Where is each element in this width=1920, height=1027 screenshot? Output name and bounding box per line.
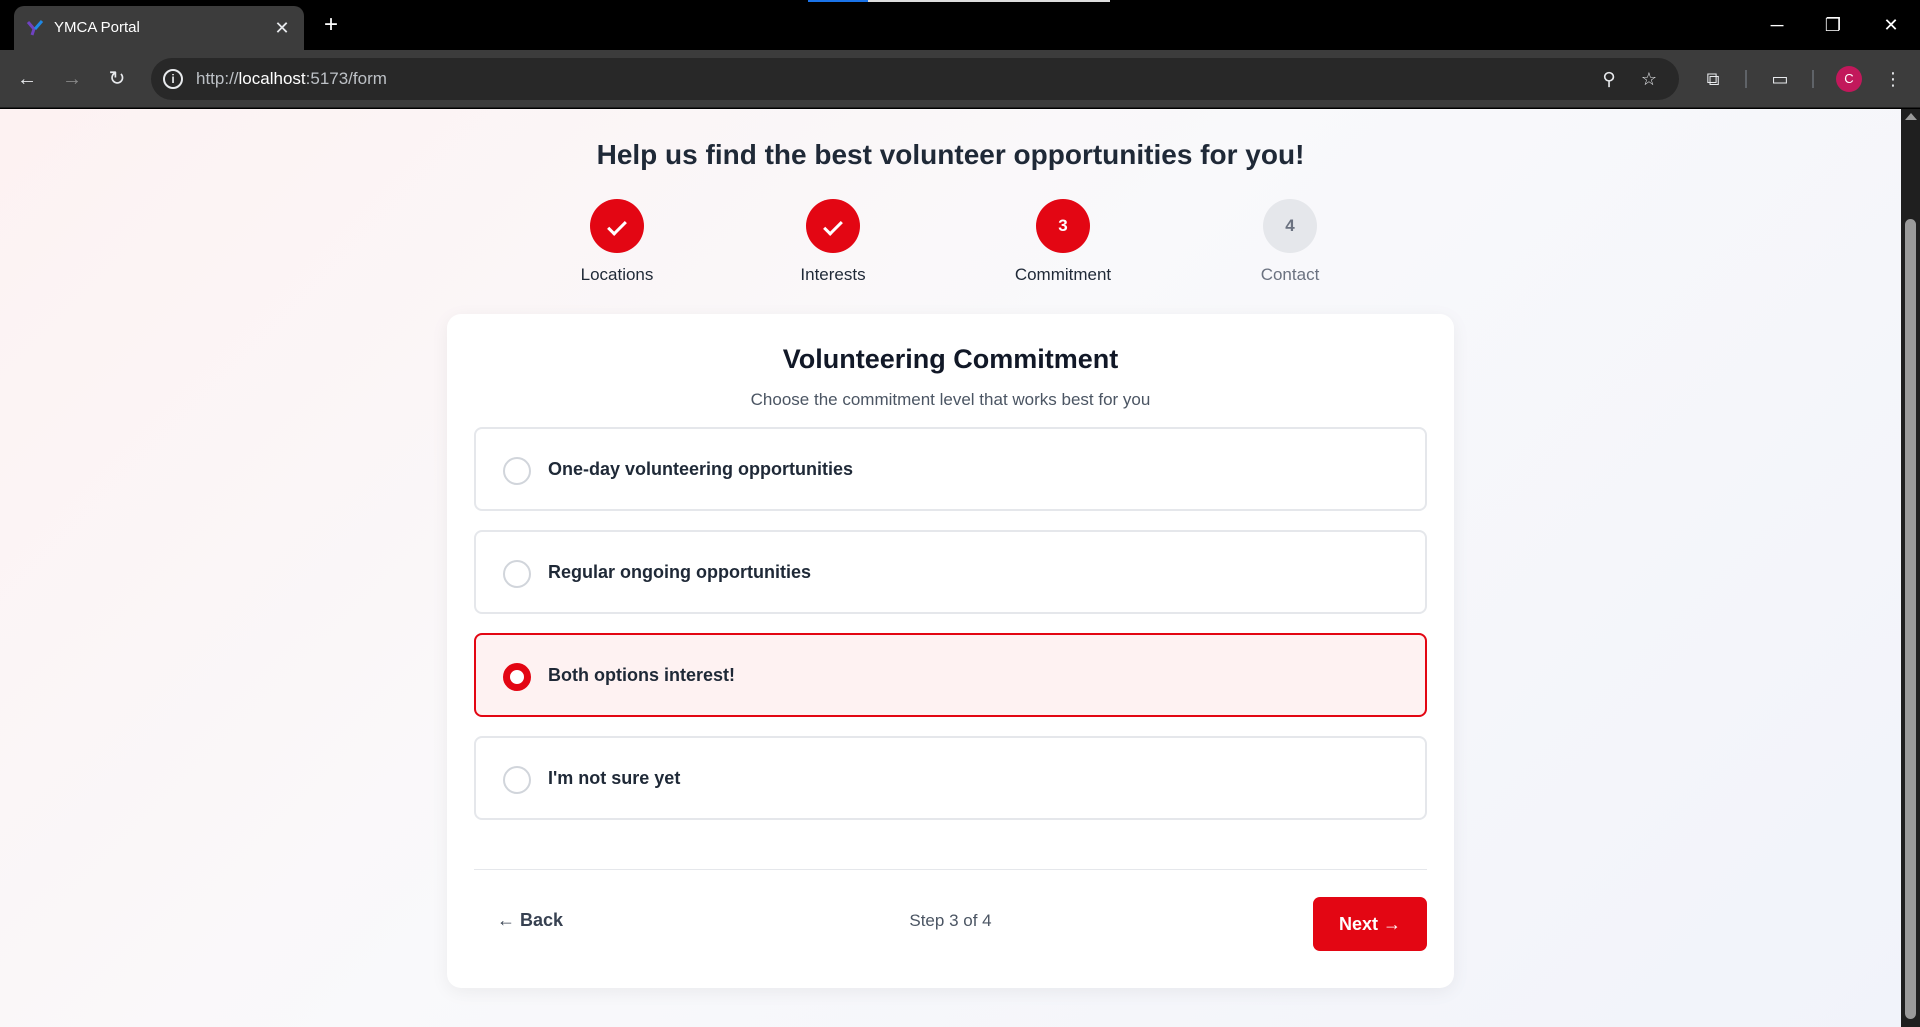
- url-host: localhost: [238, 69, 306, 88]
- top-indicator: [808, 0, 868, 2]
- checkmark-icon: [607, 216, 627, 236]
- step-label: Contact: [1260, 265, 1320, 284]
- radio-button-selected[interactable]: [503, 663, 531, 691]
- tab-title: YMCA Portal: [54, 19, 140, 36]
- footer-divider: [474, 869, 1427, 870]
- minimize-icon[interactable]: ─: [1762, 10, 1792, 40]
- bookmark-star-icon[interactable]: ☆: [1637, 67, 1661, 91]
- browser-toolbar: ← → ↻ i http://localhost:5173/form ⚲ ☆ ⧉…: [0, 50, 1920, 108]
- address-bar[interactable]: i http://localhost:5173/form ⚲ ☆: [151, 58, 1679, 100]
- option-label: Regular ongoing opportunities: [548, 562, 811, 582]
- form-card: Volunteering Commitment Choose the commi…: [447, 314, 1454, 988]
- step-locations: Locations: [557, 199, 677, 285]
- form-subtitle: Choose the commitment level that works b…: [750, 390, 1151, 409]
- forward-arrow-icon[interactable]: →: [57, 64, 87, 94]
- radio-button[interactable]: [503, 766, 531, 794]
- option-one-day[interactable]: One-day volunteering opportunities: [474, 427, 1427, 511]
- window-close-icon[interactable]: ✕: [1876, 10, 1906, 40]
- radio-button[interactable]: [503, 560, 531, 588]
- option-label: Both options interest!: [548, 665, 735, 685]
- site-info-icon[interactable]: i: [163, 69, 183, 89]
- browser-tab-bar: YMCA Portal ✕ + ─ ❐ ✕: [0, 0, 1920, 50]
- option-label: I'm not sure yet: [548, 768, 681, 788]
- extensions-icon[interactable]: ⧉: [1698, 64, 1728, 94]
- zoom-icon[interactable]: ⚲: [1597, 67, 1621, 91]
- step-complete-circle: [590, 199, 644, 253]
- step-commitment: 3 Commitment: [1003, 199, 1123, 285]
- toolbar-divider: [1745, 70, 1747, 88]
- toolbar-divider: [1812, 70, 1814, 88]
- step-complete-circle: [806, 199, 860, 253]
- restore-icon[interactable]: ❐: [1818, 10, 1848, 40]
- option-label: One-day volunteering opportunities: [548, 459, 854, 479]
- page-viewport: Help us find the best volunteer opportun…: [0, 109, 1901, 1027]
- reload-icon[interactable]: ↻: [102, 64, 132, 94]
- url-text[interactable]: http://localhost:5173/form: [196, 69, 387, 89]
- checkmark-icon: [823, 216, 843, 236]
- ymca-favicon-icon: [26, 20, 44, 36]
- step-label: Interests: [800, 265, 866, 284]
- page-scrollbar[interactable]: [1901, 109, 1920, 1027]
- radio-button[interactable]: [503, 457, 531, 485]
- url-scheme: http://: [196, 69, 239, 88]
- url-path: :5173/form: [305, 69, 387, 88]
- step-contact: 4 Contact: [1230, 199, 1350, 285]
- page-heading: Help us find the best volunteer opportun…: [596, 139, 1305, 170]
- step-interests: Interests: [773, 199, 893, 285]
- step-indicator: Step 3 of 4: [909, 911, 992, 930]
- form-title: Volunteering Commitment: [782, 344, 1119, 374]
- option-both[interactable]: Both options interest!: [474, 633, 1427, 717]
- tab-search-icon[interactable]: ▭: [1765, 64, 1795, 94]
- back-button[interactable]: ← Back: [497, 910, 563, 931]
- scrollbar-thumb[interactable]: [1905, 219, 1916, 1019]
- tab-close-icon[interactable]: ✕: [270, 16, 294, 40]
- top-indicator-track: [868, 0, 1110, 2]
- back-arrow-icon[interactable]: ←: [12, 64, 42, 94]
- option-not-sure[interactable]: I'm not sure yet: [474, 736, 1427, 820]
- profile-avatar[interactable]: C: [1836, 66, 1862, 92]
- step-current-circle: 3: [1036, 199, 1090, 253]
- step-label: Commitment: [1014, 265, 1112, 284]
- step-upcoming-circle: 4: [1263, 199, 1317, 253]
- new-tab-button[interactable]: +: [318, 12, 344, 38]
- step-label: Locations: [580, 265, 654, 284]
- menu-kebab-icon[interactable]: ⋮: [1878, 64, 1908, 94]
- next-button[interactable]: Next →: [1313, 897, 1427, 951]
- scroll-up-arrow-icon[interactable]: [1905, 113, 1917, 120]
- browser-tab[interactable]: YMCA Portal ✕: [14, 6, 304, 50]
- option-regular-ongoing[interactable]: Regular ongoing opportunities: [474, 530, 1427, 614]
